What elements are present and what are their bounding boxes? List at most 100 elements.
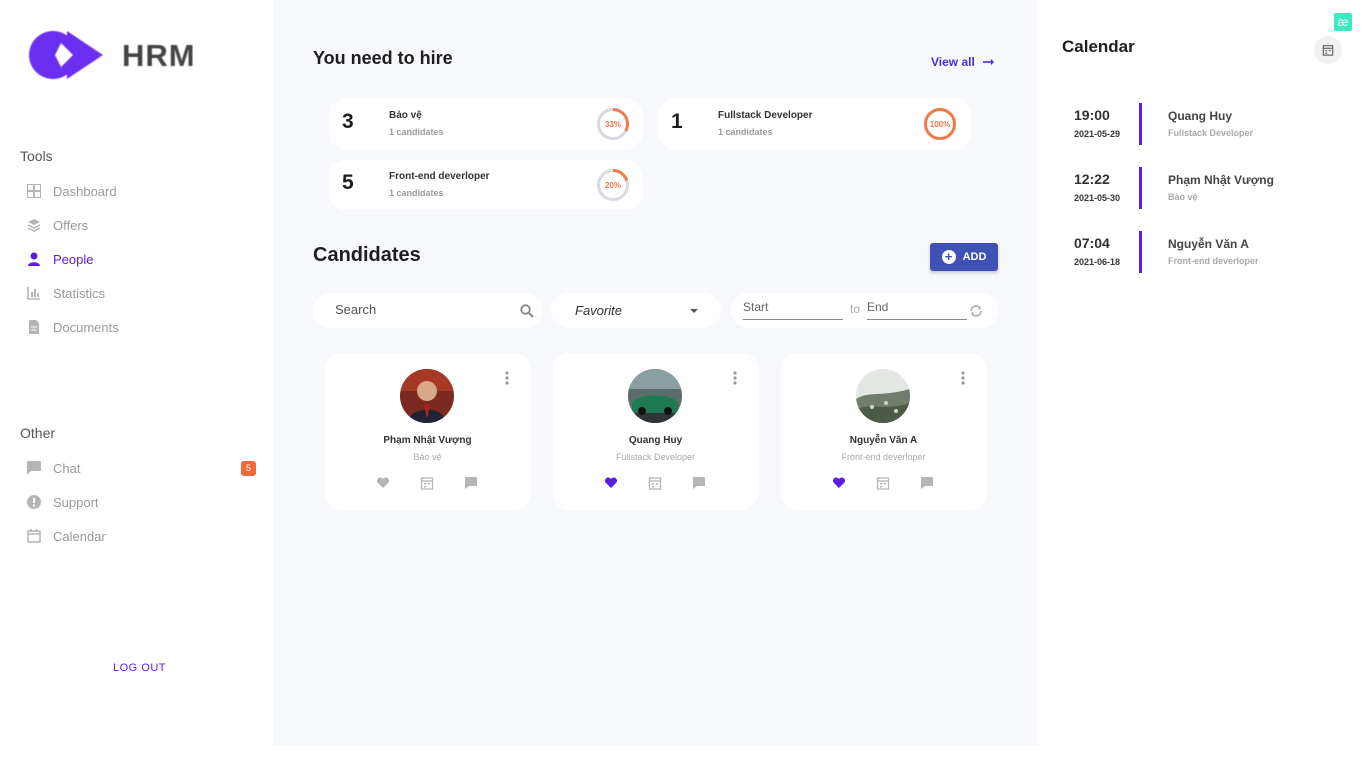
hire-candidates: 1 candidates (389, 188, 444, 198)
avatar (628, 369, 682, 423)
chat-icon (27, 461, 41, 475)
event-divider (1139, 167, 1142, 209)
candidate-card[interactable]: Quang Huy Fullstack Developer (553, 353, 758, 510)
search-icon[interactable] (520, 304, 534, 318)
event-person: Nguyễn Văn A (1168, 237, 1249, 251)
filter-selected-value: Favorite (575, 303, 622, 318)
more-options-icon[interactable] (961, 371, 965, 385)
logout-button[interactable]: LOG OUT (113, 662, 166, 674)
date-range-filter: Start to End (731, 293, 998, 328)
event-date: 2021-06-18 (1074, 257, 1121, 267)
candidate-name: Phạm Nhật Vượng (383, 435, 472, 446)
brand-name: HRM (122, 38, 196, 73)
more-options-icon[interactable] (505, 371, 509, 385)
hire-candidates: 1 candidates (389, 127, 444, 137)
sidebar-item-label: Documents (53, 319, 119, 335)
grid-icon (27, 184, 41, 198)
other-section-title: Other (20, 425, 56, 441)
candidate-position: Front-end deverloper (841, 452, 926, 462)
chat-icon[interactable] (464, 476, 478, 490)
hire-card[interactable]: 3 Bảo vệ 1 candidates 33% (329, 99, 642, 149)
sidebar-item-label: Chat (53, 460, 81, 476)
sidebar-item-chat[interactable]: Chat (27, 457, 80, 479)
sidebar-item-label: People (53, 251, 94, 267)
sidebar-item-documents[interactable]: Documents (27, 316, 119, 338)
event-divider (1139, 231, 1142, 273)
sidebar-item-label: Support (53, 494, 99, 510)
hire-count: 5 (342, 171, 354, 194)
sidebar-item-calendar[interactable]: Calendar (27, 525, 106, 547)
progress-percent: 100% (930, 120, 950, 129)
view-all-link[interactable]: View all (931, 55, 995, 69)
refresh-icon[interactable] (968, 303, 984, 319)
tools-section-title: Tools (20, 148, 53, 164)
sidebar-item-label: Dashboard (53, 183, 117, 199)
chat-icon[interactable] (920, 476, 934, 490)
end-date-input[interactable]: End (867, 300, 967, 320)
hire-role: Fullstack Developer (718, 110, 813, 121)
calendar-event[interactable]: 07:04 2021-06-18 Nguyễn Văn A Front-end … (1074, 231, 1334, 277)
heart-icon[interactable] (832, 476, 846, 490)
arrow-right-icon (982, 59, 994, 65)
hire-role: Front-end deverloper (389, 171, 490, 182)
calendar-panel: Calendar æ 19:00 2021-05-29 Quang Huy Fu… (1038, 0, 1365, 767)
sidebar-item-people[interactable]: People (27, 248, 93, 270)
document-icon (29, 320, 39, 334)
event-person: Quang Huy (1168, 109, 1233, 123)
progress-percent: 20% (605, 181, 621, 190)
add-candidate-button[interactable]: + ADD (930, 243, 998, 271)
bar-chart-icon (27, 287, 40, 300)
calendar-icon[interactable] (648, 476, 662, 490)
calendar-icon[interactable] (876, 476, 890, 490)
candidate-card[interactable]: Nguyễn Văn A Front-end deverloper (781, 353, 986, 510)
progress-ring: 20% (597, 169, 629, 201)
candidate-name: Quang Huy (628, 435, 683, 446)
calendar-title: Calendar (1062, 37, 1135, 56)
event-person: Phạm Nhật Vượng (1168, 173, 1274, 187)
progress-ring: 100% (924, 108, 956, 140)
progress-percent: 33% (605, 120, 621, 129)
hire-section-title: You need to hire (313, 48, 453, 68)
candidate-card[interactable]: Phạm Nhật Vượng Bảo vệ (325, 353, 530, 510)
sidebar-item-label: Offers (53, 217, 89, 233)
event-date: 2021-05-30 (1074, 193, 1121, 203)
hire-card[interactable]: 5 Front-end deverloper 1 candidates 20% (329, 160, 642, 210)
search-input[interactable] (335, 302, 505, 317)
calendar-icon (27, 529, 41, 543)
alert-icon (27, 495, 41, 509)
avatar (400, 369, 454, 423)
calendar-event[interactable]: 19:00 2021-05-29 Quang Huy Fullstack Dev… (1074, 103, 1334, 149)
heart-icon[interactable] (604, 476, 618, 490)
candidate-position: Bảo vệ (413, 452, 442, 462)
date-range-separator: to (850, 302, 861, 316)
candidate-name: Nguyễn Văn A (849, 435, 918, 446)
sidebar-item-offers[interactable]: Offers (27, 214, 88, 236)
calendar-button[interactable] (1314, 36, 1342, 64)
event-time: 12:22 (1074, 171, 1110, 187)
sidebar-item-statistics[interactable]: Statistics (27, 282, 105, 304)
search-box (313, 293, 542, 328)
more-options-icon[interactable] (733, 371, 737, 385)
chat-count-badge: 5 (241, 461, 256, 476)
layers-icon (27, 219, 41, 232)
chat-icon[interactable] (692, 476, 706, 490)
calendar-icon[interactable] (420, 476, 434, 490)
favorite-filter-select[interactable]: Favorite (551, 293, 721, 328)
extension-badge[interactable]: æ (1334, 13, 1352, 31)
start-date-input[interactable]: Start (743, 300, 843, 320)
sidebar-item-support[interactable]: Support (27, 491, 99, 513)
hire-candidates: 1 candidates (718, 127, 773, 137)
main-content: You need to hire View all 3 Bảo vệ 1 can… (273, 0, 1038, 745)
add-button-label: ADD (962, 251, 987, 263)
logo-icon (29, 31, 103, 79)
event-date: 2021-05-29 (1074, 129, 1121, 139)
heart-icon[interactable] (376, 476, 390, 490)
sidebar: HRM Tools Dashboard Offers People Statis… (0, 0, 273, 745)
brand-logo[interactable]: HRM (27, 27, 197, 83)
hire-count: 1 (671, 110, 683, 133)
candidate-position: Fullstack Developer (615, 452, 696, 462)
calendar-event[interactable]: 12:22 2021-05-30 Phạm Nhật Vượng Bảo vệ (1074, 167, 1334, 213)
plus-icon: + (941, 250, 956, 264)
hire-card[interactable]: 1 Fullstack Developer 1 candidates 100% (658, 99, 971, 149)
sidebar-item-dashboard[interactable]: Dashboard (27, 180, 117, 202)
